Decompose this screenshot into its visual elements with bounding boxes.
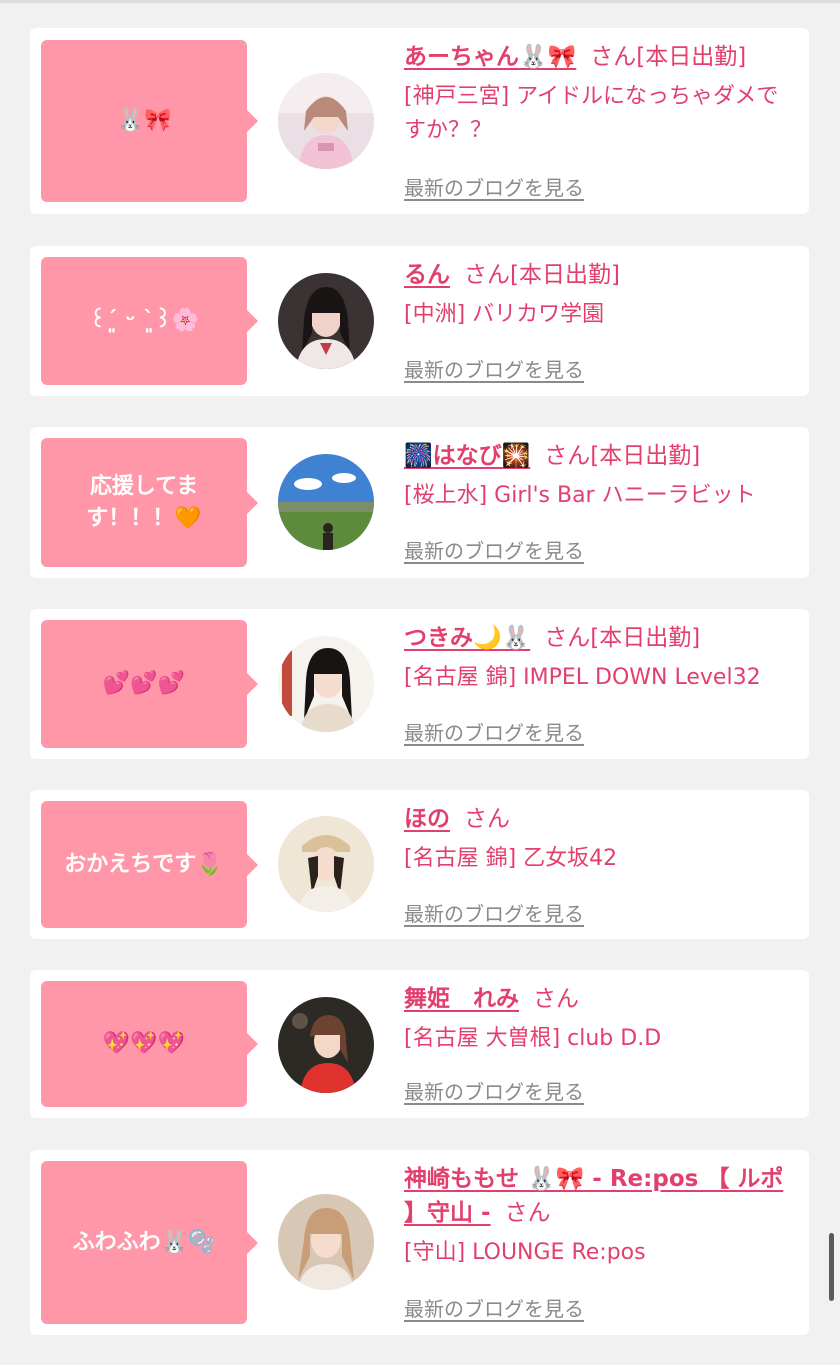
blog-link[interactable]: 最新のブログを見る <box>404 898 584 927</box>
cast-card: おかえちです🌷 ほの さん [名古屋 錦] 乙女坂42 最新のブログを見る <box>30 790 809 939</box>
avatar[interactable] <box>278 273 374 369</box>
message-bubble: 💕💕💕 <box>41 620 258 748</box>
cast-status: さん <box>533 986 579 1012</box>
cast-info: るん さん[本日出勤] [中洲] バリカワ学園 <box>404 258 799 332</box>
cast-name-link[interactable]: るん <box>404 262 450 288</box>
cast-name-link[interactable]: つきみ🌙🐰 <box>404 625 530 651</box>
cast-status: さん <box>504 1200 551 1226</box>
cast-info: 舞姫 れみ さん [名古屋 大曽根] club D.D <box>404 982 799 1056</box>
blog-link[interactable]: 最新のブログを見る <box>404 1076 584 1105</box>
cast-card: 🐰🎀 あーちゃん🐰🎀 さん[本日出勤] [神戸三宮] アイドルになっちゃダメですか… <box>30 28 809 214</box>
cast-status: さん <box>464 806 510 832</box>
message-bubble: 💖💖💖 <box>41 981 258 1107</box>
cast-name-link[interactable]: 舞姫 れみ <box>404 986 519 1012</box>
shop-info: [名古屋 錦] IMPEL DOWN Level32 <box>404 665 761 690</box>
message-text: おかえちです🌷 <box>64 851 224 877</box>
cast-card: 💖💖💖 舞姫 れみ さん [名古屋 大曽根] club D.D 最新のブログを見る <box>30 970 809 1118</box>
cast-info: 🎆はなび🎇 さん[本日出勤] [桜上水] Girl's Bar ハニーラビット <box>404 439 799 513</box>
cast-card: 💕💕💕 つきみ🌙🐰 さん[本日出勤] [名古屋 錦] IMPEL DOWN Lev… <box>30 609 809 759</box>
cast-status: さん[本日出勤] <box>590 44 747 70</box>
message-bubble: ꒰ˊ͈ ᵕ ˋ͈꒱🌸 <box>41 257 258 385</box>
message-text: ふわふわ🐰🫧 <box>72 1229 216 1255</box>
message-text: 🐰🎀 <box>116 108 172 133</box>
blog-link[interactable]: 最新のブログを見る <box>404 354 584 383</box>
avatar[interactable] <box>278 73 374 169</box>
cast-name-link[interactable]: あーちゃん🐰🎀 <box>404 44 576 70</box>
blog-link[interactable]: 最新のブログを見る <box>404 1293 584 1322</box>
shop-info: [桜上水] Girl's Bar ハニーラビット <box>404 483 756 508</box>
avatar[interactable] <box>278 997 374 1093</box>
cast-card: 応援してます！！！🧡 🎆はなび🎇 さん[本日出勤] [桜上水] Girl's Ba… <box>30 427 809 578</box>
shop-info: [名古屋 大曽根] club D.D <box>404 1026 662 1051</box>
message-bubble: 応援してます！！！🧡 <box>41 438 258 567</box>
cast-status: さん[本日出勤] <box>464 262 620 288</box>
cast-info: あーちゃん🐰🎀 さん[本日出勤] [神戸三宮] アイドルになっちゃダメですか？？ <box>404 40 799 148</box>
shop-info: [中洲] バリカワ学園 <box>404 302 605 327</box>
scroll-indicator[interactable] <box>829 1233 834 1301</box>
message-text: 💕💕💕 <box>102 671 186 696</box>
message-bubble: 🐰🎀 <box>41 40 258 202</box>
avatar[interactable] <box>278 1194 374 1290</box>
message-bubble: ふわふわ🐰🫧 <box>41 1161 258 1324</box>
avatar[interactable] <box>278 454 374 550</box>
cast-name-link[interactable]: 🎆はなび🎇 <box>404 443 530 469</box>
cast-card: ふわふわ🐰🫧 神崎ももせ 🐰🎀 - Re:pos 【 ルポ 】守山 - さん [守… <box>30 1150 809 1335</box>
blog-link[interactable]: 最新のブログを見る <box>404 717 584 746</box>
message-bubble: おかえちです🌷 <box>41 801 258 928</box>
cast-name-link[interactable]: ほの <box>404 806 450 832</box>
avatar[interactable] <box>278 636 374 732</box>
cast-name-link[interactable]: 神崎ももせ 🐰🎀 - Re:pos 【 ルポ 】守山 - <box>404 1166 783 1226</box>
cast-info: つきみ🌙🐰 さん[本日出勤] [名古屋 錦] IMPEL DOWN Level32 <box>404 621 799 695</box>
avatar[interactable] <box>278 816 374 912</box>
cast-card: ꒰ˊ͈ ᵕ ˋ͈꒱🌸 るん さん[本日出勤] [中洲] バリカワ学園 最新のブログ… <box>30 246 809 396</box>
cast-status: さん[本日出勤] <box>544 625 701 651</box>
top-divider <box>0 0 840 3</box>
message-text: 応援してます！！！🧡 <box>86 473 202 531</box>
blog-link[interactable]: 最新のブログを見る <box>404 172 584 201</box>
blog-link[interactable]: 最新のブログを見る <box>404 535 584 564</box>
cast-info: 神崎ももせ 🐰🎀 - Re:pos 【 ルポ 】守山 - さん [守山] LOUN… <box>404 1162 799 1270</box>
shop-info: [守山] LOUNGE Re:pos <box>404 1240 646 1265</box>
cast-info: ほの さん [名古屋 錦] 乙女坂42 <box>404 802 799 876</box>
message-text: 💖💖💖 <box>102 1031 186 1056</box>
shop-info: [神戸三宮] アイドルになっちゃダメですか？？ <box>404 84 779 143</box>
shop-info: [名古屋 錦] 乙女坂42 <box>404 846 618 871</box>
cast-status: さん[本日出勤] <box>544 443 701 469</box>
message-text: ꒰ˊ͈ ᵕ ˋ͈꒱🌸 <box>89 308 199 333</box>
